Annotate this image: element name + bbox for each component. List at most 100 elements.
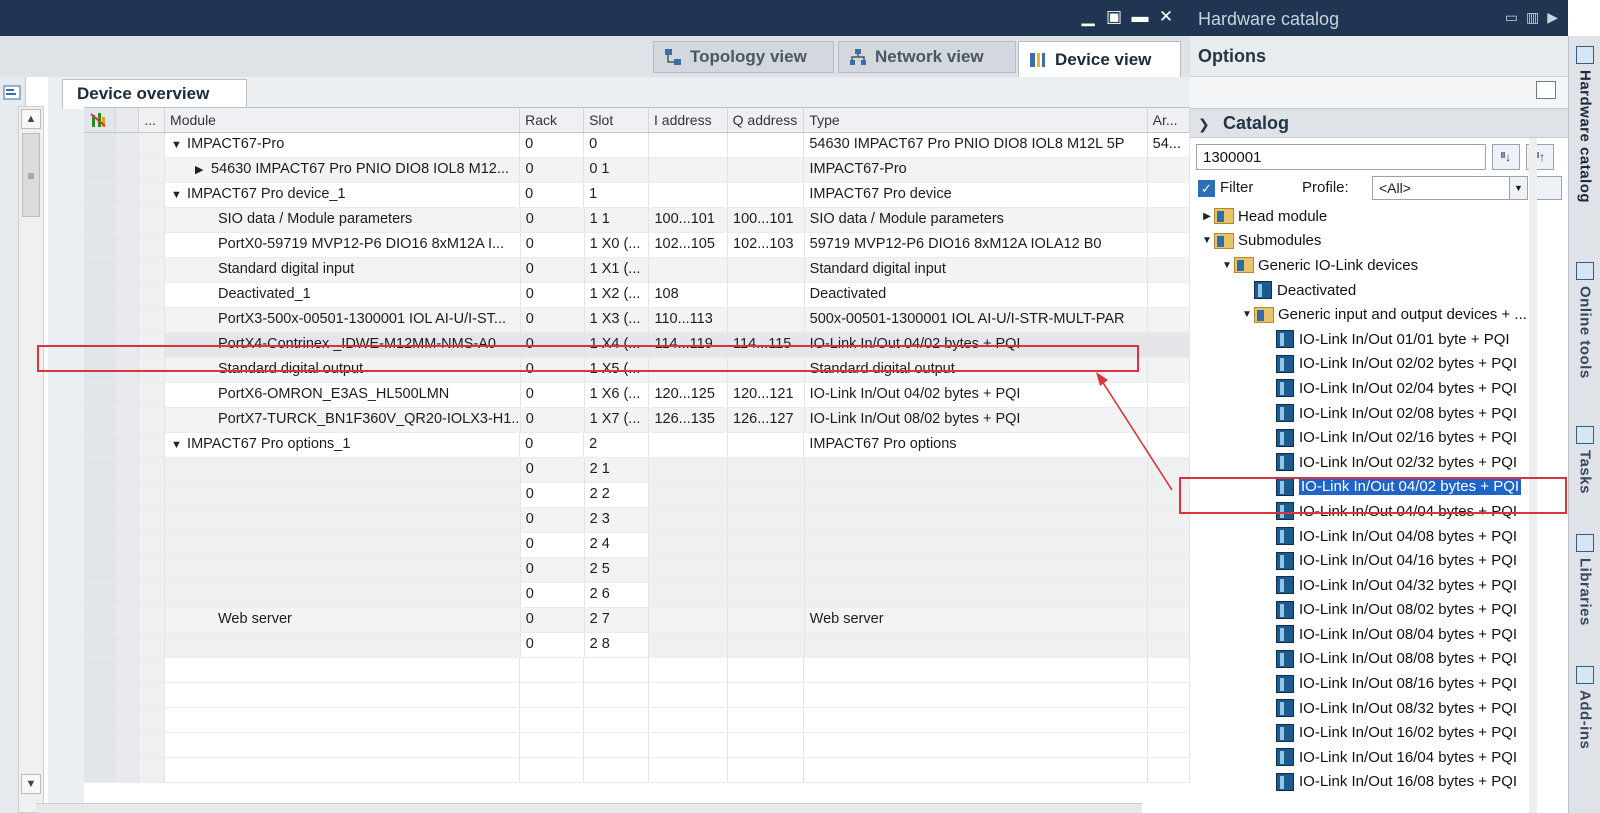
- row-blank-cell[interactable]: [115, 208, 140, 232]
- type-cell[interactable]: IO-Link In/Out 08/02 bytes + PQI: [805, 408, 1148, 432]
- module-cell[interactable]: SIO data / Module parameters: [165, 208, 521, 232]
- module-cell[interactable]: PortX3-500x-00501-1300001 IOL AI-U/I-ST.…: [165, 308, 521, 332]
- article-cell[interactable]: [1148, 208, 1190, 232]
- table-row[interactable]: PortX0-59719 MVP12-P6 DIO16 8xM12A I... 0…: [84, 233, 1190, 258]
- module-cell[interactable]: [164, 558, 521, 582]
- side-tab-libraries[interactable]: Libraries: [1571, 534, 1599, 626]
- slot-cell[interactable]: 1 X6 (...: [585, 383, 650, 407]
- article-cell[interactable]: [1148, 383, 1190, 407]
- row-blank-cell[interactable]: [115, 308, 140, 332]
- col-header-status[interactable]: [84, 108, 116, 132]
- horizontal-scrollbar[interactable]: [36, 803, 1142, 813]
- table-row[interactable]: 02 4: [84, 533, 1190, 558]
- row-more-cell[interactable]: [139, 233, 165, 257]
- i-address-cell[interactable]: [649, 433, 728, 457]
- i-address-cell[interactable]: [649, 583, 729, 607]
- row-more-cell[interactable]: [139, 258, 165, 282]
- q-address-cell[interactable]: [728, 308, 805, 332]
- catalog-tree-item[interactable]: IO-Link In/Out 08/08 bytes + PQI: [1190, 647, 1568, 672]
- catalog-tree-item[interactable]: IO-Link In/Out 16/02 bytes + PQI: [1190, 720, 1568, 745]
- catalog-tree-item[interactable]: IO-Link In/Out 02/32 bytes + PQI: [1190, 450, 1568, 475]
- rack-cell[interactable]: 0: [520, 158, 585, 182]
- col-header-slot[interactable]: Slot: [584, 108, 649, 132]
- row-more-cell[interactable]: [139, 633, 165, 657]
- row-status-cell[interactable]: [84, 258, 116, 282]
- row-more-cell[interactable]: [139, 558, 165, 582]
- catalog-tree-item[interactable]: IO-Link In/Out 04/08 bytes + PQI: [1190, 524, 1568, 549]
- row-blank-cell[interactable]: [115, 483, 140, 507]
- col-header-rack[interactable]: Rack: [520, 108, 585, 132]
- profile-select[interactable]: <All> ▼: [1372, 176, 1528, 200]
- expand-down-icon[interactable]: ▼: [1240, 309, 1254, 320]
- q-address-cell[interactable]: [728, 508, 805, 532]
- catalog-tree-item[interactable]: ▼ Generic input and output devices + ...: [1190, 302, 1568, 327]
- table-row[interactable]: ▶ 54630 IMPACT67 Pro PNIO DIO8 IOL8 M12..…: [84, 158, 1190, 183]
- module-cell[interactable]: [164, 508, 521, 532]
- maximize-icon[interactable]: ▬: [1130, 6, 1150, 28]
- table-row[interactable]: PortX6-OMRON_E3AS_HL500LMN 0 1 X6 (... 120.…: [84, 383, 1190, 408]
- catalog-tree-item[interactable]: ▼ Generic IO-Link devices: [1190, 253, 1568, 278]
- rack-cell[interactable]: 0: [521, 233, 585, 257]
- row-status-cell[interactable]: [84, 608, 116, 632]
- catalog-tree-item[interactable]: ▶ Head module: [1190, 204, 1568, 229]
- rack-cell[interactable]: 0: [521, 408, 585, 432]
- module-cell[interactable]: [164, 633, 521, 657]
- i-address-cell[interactable]: [649, 183, 728, 207]
- table-row[interactable]: 02 3: [84, 508, 1190, 533]
- row-blank-cell[interactable]: [115, 633, 140, 657]
- i-address-cell[interactable]: [649, 558, 729, 582]
- article-cell[interactable]: [1147, 533, 1190, 557]
- table-row[interactable]: 02 5: [84, 558, 1190, 583]
- slot-cell[interactable]: 1 X7 (...: [585, 408, 650, 432]
- table-row[interactable]: Standard digital input 0 1 X1 (... Standard…: [84, 258, 1190, 283]
- module-cell[interactable]: Standard digital input: [165, 258, 521, 282]
- table-row[interactable]: Web server 0 2 7 Web server: [84, 608, 1190, 633]
- module-cell[interactable]: [164, 483, 521, 507]
- type-cell[interactable]: [804, 508, 1148, 532]
- module-cell[interactable]: [164, 458, 521, 482]
- type-cell[interactable]: [804, 483, 1148, 507]
- i-address-cell[interactable]: [649, 608, 729, 632]
- q-address-cell[interactable]: [728, 133, 805, 157]
- rack-cell[interactable]: 0: [521, 308, 585, 332]
- row-blank-cell[interactable]: [115, 508, 140, 532]
- rack-cell[interactable]: 0: [520, 183, 585, 207]
- scroll-up-icon[interactable]: ▲: [21, 109, 41, 129]
- row-more-cell[interactable]: [139, 458, 165, 482]
- row-more-cell[interactable]: [139, 133, 166, 157]
- i-address-cell[interactable]: 108: [649, 283, 729, 307]
- row-blank-cell[interactable]: [115, 558, 140, 582]
- i-address-cell[interactable]: [649, 633, 729, 657]
- rack-cell[interactable]: 0: [520, 133, 585, 157]
- q-address-cell[interactable]: [728, 183, 805, 207]
- col-header-i-address[interactable]: I address: [649, 108, 728, 132]
- row-status-cell[interactable]: [84, 408, 116, 432]
- row-more-cell[interactable]: [139, 608, 165, 632]
- vertical-scrollbar[interactable]: ▲ ≡ ▼: [18, 106, 44, 813]
- type-cell[interactable]: Web server: [805, 608, 1148, 632]
- catalog-tree-item[interactable]: IO-Link In/Out 16/04 bytes + PQI: [1190, 745, 1568, 770]
- article-cell[interactable]: [1148, 258, 1190, 282]
- type-cell[interactable]: [804, 583, 1148, 607]
- row-status-cell[interactable]: [84, 433, 116, 457]
- module-cell[interactable]: PortX6-OMRON_E3AS_HL500LMN: [165, 383, 521, 407]
- type-cell[interactable]: Deactivated: [805, 283, 1148, 307]
- row-more-cell[interactable]: [139, 433, 166, 457]
- row-more-cell[interactable]: [139, 508, 165, 532]
- catalog-tree-item[interactable]: Deactivated: [1190, 278, 1568, 303]
- module-cell[interactable]: [164, 533, 521, 557]
- catalog-tree-item[interactable]: IO-Link In/Out 01/01 byte + PQI: [1190, 327, 1568, 352]
- article-cell[interactable]: [1148, 158, 1190, 182]
- properties-icon[interactable]: [3, 83, 23, 103]
- rack-cell[interactable]: 0: [521, 483, 585, 507]
- table-row[interactable]: ▼ IMPACT67-Pro 0 0 54630 IMPACT67 Pro PNIO D…: [84, 133, 1191, 158]
- row-blank-cell[interactable]: [115, 233, 140, 257]
- side-tab-tasks[interactable]: Tasks: [1571, 426, 1599, 494]
- row-blank-cell[interactable]: [115, 458, 140, 482]
- article-cell[interactable]: [1148, 608, 1190, 632]
- table-row[interactable]: 02 8: [84, 633, 1190, 658]
- scroll-thumb[interactable]: ≡: [22, 133, 40, 217]
- row-more-cell[interactable]: [139, 308, 165, 332]
- row-status-cell[interactable]: [84, 533, 116, 557]
- row-more-cell[interactable]: [139, 158, 166, 182]
